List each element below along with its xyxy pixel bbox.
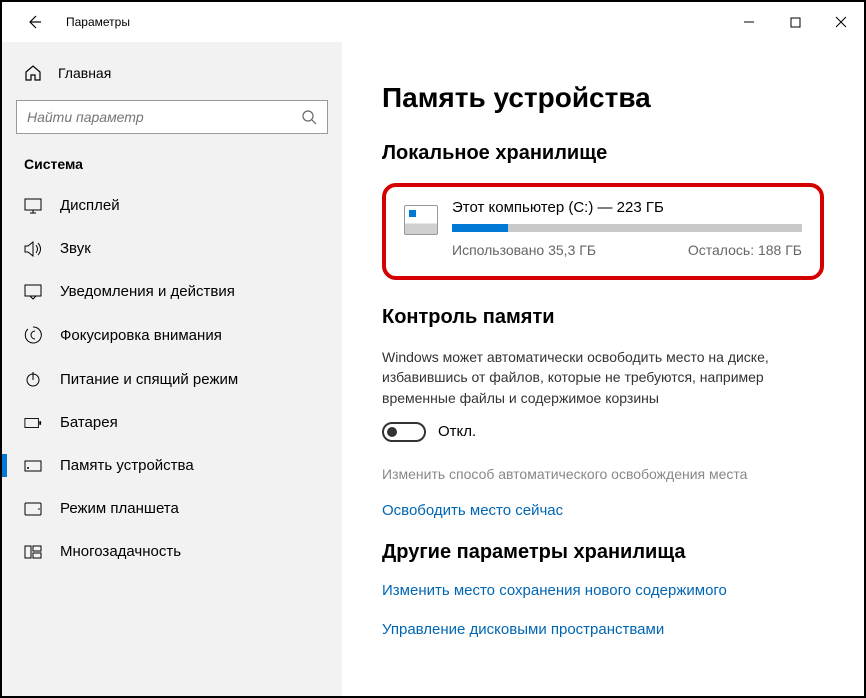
focus-icon [24, 326, 42, 344]
minimize-button[interactable] [726, 7, 772, 37]
window-title: Параметры [66, 15, 130, 29]
tablet-icon [24, 502, 42, 516]
disk-row[interactable]: Этот компьютер (C:) — 223 ГБ Использован… [404, 199, 802, 258]
settings-window: Параметры Главная [0, 0, 866, 698]
storage-sense-description: Windows может автоматически освободить м… [382, 347, 792, 408]
sidebar-item-focus[interactable]: Фокусировка внимания [16, 313, 328, 357]
disk-icon [404, 205, 438, 235]
sidebar-item-display[interactable]: Дисплей [16, 184, 328, 227]
sidebar-item-label: Дисплей [60, 197, 120, 214]
display-icon [24, 198, 42, 214]
disk-title: Этот компьютер (C:) — 223 ГБ [452, 199, 802, 216]
disk-usage-fill [452, 224, 508, 232]
multitask-icon [24, 545, 42, 559]
sound-icon [24, 241, 42, 257]
maximize-button[interactable] [772, 7, 818, 37]
change-save-location-link[interactable]: Изменить место сохранения нового содержи… [382, 582, 824, 599]
disk-used-text: Использовано 35,3 ГБ [452, 242, 596, 258]
sidebar-item-label: Многозадачность [60, 543, 181, 560]
search-icon [301, 109, 317, 125]
sidebar-item-power[interactable]: Питание и спящий режим [16, 357, 328, 401]
sidebar-item-label: Звук [60, 240, 91, 257]
titlebar: Параметры [2, 2, 864, 42]
sidebar-item-notifications[interactable]: Уведомления и действия [16, 270, 328, 313]
disk-remaining-text: Осталось: 188 ГБ [688, 242, 802, 258]
home-button[interactable]: Главная [16, 56, 328, 100]
storage-sense-toggle[interactable] [382, 422, 426, 442]
arrow-left-icon [26, 14, 42, 30]
content-area: Память устройства Локальное хранилище Эт… [342, 42, 864, 696]
storage-icon [24, 460, 42, 472]
sidebar-item-label: Память устройства [60, 457, 194, 474]
sidebar: Главная Система Дисплей Звук [2, 42, 342, 696]
sidebar-item-battery[interactable]: Батарея [16, 401, 328, 444]
sidebar-item-label: Уведомления и действия [60, 283, 235, 300]
sidebar-item-storage[interactable]: Память устройства [16, 444, 328, 487]
notifications-icon [24, 284, 42, 300]
home-label: Главная [58, 65, 111, 81]
disk-usage-bar [452, 224, 802, 232]
free-space-now-link[interactable]: Освободить место сейчас [382, 502, 824, 519]
maximize-icon [790, 17, 801, 28]
local-storage-heading: Локальное хранилище [382, 142, 824, 165]
sidebar-item-tablet[interactable]: Режим планшета [16, 487, 328, 530]
window-chrome: Параметры [2, 2, 864, 42]
manage-storage-spaces-link[interactable]: Управление дисковыми пространствами [382, 621, 824, 638]
sidebar-item-label: Питание и спящий режим [60, 371, 238, 388]
storage-sense-heading: Контроль памяти [382, 306, 824, 329]
change-auto-free-text: Изменить способ автоматического освобожд… [382, 466, 792, 482]
page-title: Память устройства [382, 82, 824, 114]
sidebar-item-label: Фокусировка внимания [60, 327, 222, 344]
section-title: Система [16, 156, 328, 184]
search-field[interactable] [27, 109, 301, 125]
minimize-icon [743, 16, 755, 28]
sidebar-item-label: Режим планшета [60, 500, 179, 517]
nav-list: Дисплей Звук Уведомления и действия Фоку… [16, 184, 328, 573]
sidebar-item-multitask[interactable]: Многозадачность [16, 530, 328, 573]
battery-icon [24, 417, 42, 429]
disk-highlight: Этот компьютер (C:) — 223 ГБ Использован… [382, 183, 824, 280]
toggle-label: Откл. [438, 423, 476, 440]
back-button[interactable] [22, 10, 46, 34]
sidebar-item-sound[interactable]: Звук [16, 227, 328, 270]
close-icon [835, 16, 847, 28]
home-icon [24, 64, 42, 82]
close-button[interactable] [818, 7, 864, 37]
power-icon [25, 370, 41, 388]
search-input[interactable] [16, 100, 328, 134]
other-storage-heading: Другие параметры хранилища [382, 541, 824, 564]
sidebar-item-label: Батарея [60, 414, 118, 431]
